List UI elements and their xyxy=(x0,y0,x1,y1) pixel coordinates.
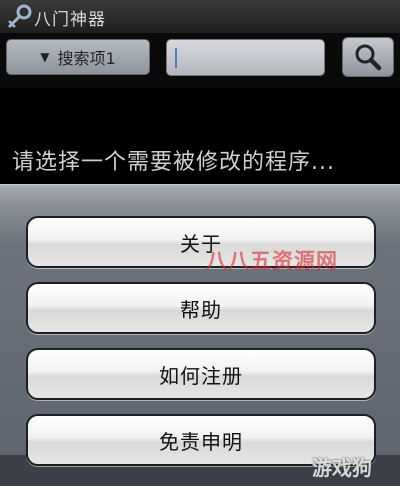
help-button[interactable]: 帮助 xyxy=(26,282,376,334)
search-input[interactable] xyxy=(166,39,325,76)
key-icon xyxy=(7,4,32,29)
search-item-dropdown[interactable]: ▼ 搜索项1 xyxy=(6,39,150,75)
select-program-prompt: 请选择一个需要被修改的程序... xyxy=(12,150,335,175)
title-bar: 八门神器 xyxy=(0,0,400,34)
app-title: 八门神器 xyxy=(34,10,106,30)
search-icon xyxy=(355,44,382,71)
search-button[interactable] xyxy=(342,37,394,77)
watermark-red: 八八五资源网 xyxy=(206,249,338,273)
text-caret xyxy=(175,48,177,68)
dropdown-label: 搜索项1 xyxy=(57,49,116,68)
dropdown-arrow-icon: ▼ xyxy=(40,50,50,64)
watermark-corner: 游戏狗 xyxy=(312,456,372,480)
search-toolbar: ▼ 搜索项1 xyxy=(0,33,400,88)
how-to-register-button[interactable]: 如何注册 xyxy=(26,348,376,400)
